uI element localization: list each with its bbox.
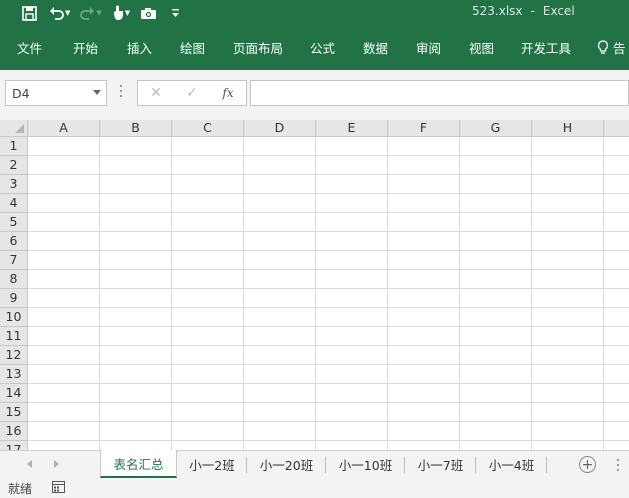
row-header[interactable]: 8 (0, 270, 28, 289)
insert-function-button[interactable]: fx (210, 81, 246, 105)
scroll-tabs-left-icon[interactable] (27, 460, 32, 468)
row-header[interactable]: 1 (0, 137, 28, 156)
tab-page-layout[interactable]: 页面布局 (233, 38, 283, 57)
status-bar: 就绪 (0, 478, 629, 498)
column-header[interactable]: A (28, 120, 100, 137)
file-name: 523.xlsx (472, 4, 523, 18)
sheet-tab-class-7[interactable]: 小一7班 (405, 451, 476, 478)
app-name: Excel (542, 4, 575, 18)
row-header[interactable]: 4 (0, 194, 28, 213)
sheet-tab-class-20[interactable]: 小一20班 (247, 451, 326, 478)
sheet-tab-class-4[interactable]: 小一4班 (476, 451, 547, 478)
row-header[interactable]: 16 (0, 422, 28, 441)
column-header[interactable]: F (388, 120, 460, 137)
sheet-tab-class-2[interactable]: 小一2班 (177, 451, 247, 478)
enter-icon[interactable]: ✓ (174, 81, 210, 105)
tab-insert[interactable]: 插入 (127, 38, 152, 57)
column-header[interactable]: E (316, 120, 388, 137)
row-header[interactable]: 5 (0, 213, 28, 232)
title-bar: ▼ ▼ ▼ 523.xlsx - Excel (0, 0, 629, 26)
row-header[interactable]: 3 (0, 175, 28, 194)
column-header[interactable] (604, 120, 629, 137)
chevron-down-icon[interactable] (93, 90, 101, 95)
lightbulb-icon (597, 40, 609, 54)
column-header[interactable]: B (100, 120, 172, 137)
tab-file[interactable]: 文件 (17, 38, 42, 57)
column-header[interactable]: C (172, 120, 244, 137)
tab-splitter-icon[interactable] (617, 459, 619, 474)
worksheet-grid[interactable]: ABCDEFGH 1 2 3 4 5 6 7 8 9 10 11 12 13 14 15 16 17 (0, 120, 629, 450)
name-box[interactable]: D4 (5, 80, 107, 106)
customize-toolbar-icon[interactable] (169, 2, 182, 24)
formula-bar: D4 ✕ ✓ fx (0, 70, 629, 120)
redo-icon[interactable]: ▼ (78, 2, 103, 24)
name-box-value: D4 (12, 85, 30, 101)
undo-icon[interactable]: ▼ (47, 2, 72, 24)
macro-recording-icon[interactable] (52, 480, 66, 496)
cell-area[interactable] (28, 137, 629, 450)
tab-home[interactable]: 开始 (73, 38, 98, 57)
tab-formulas[interactable]: 公式 (310, 38, 335, 57)
status-text: 就绪 (8, 481, 33, 496)
scroll-tabs-right-icon[interactable] (54, 460, 59, 468)
row-header[interactable]: 9 (0, 289, 28, 308)
sheet-tab-bar: 表名汇总 小一2班 小一20班 小一10班 小一7班 小一4班 + (0, 450, 629, 478)
sheet-tab-summary[interactable]: 表名汇总 (100, 450, 177, 478)
row-header[interactable]: 10 (0, 308, 28, 327)
ribbon-tabs: 文件 开始 插入 绘图 页面布局 公式 数据 审阅 视图 开发工具 告 (0, 26, 629, 70)
row-header[interactable]: 7 (0, 251, 28, 270)
row-header[interactable]: 14 (0, 384, 28, 403)
row-header[interactable]: 15 (0, 403, 28, 422)
tab-data[interactable]: 数据 (363, 38, 388, 57)
tab-view[interactable]: 视图 (469, 38, 494, 57)
camera-icon[interactable] (138, 2, 159, 24)
tab-review[interactable]: 审阅 (416, 38, 441, 57)
tab-draw[interactable]: 绘图 (180, 38, 205, 57)
sheet-tab-class-10[interactable]: 小一10班 (326, 451, 405, 478)
row-header[interactable]: 12 (0, 346, 28, 365)
touch-mode-icon[interactable]: ▼ (110, 2, 132, 24)
resize-handle-icon[interactable] (120, 85, 123, 99)
select-all-button[interactable] (0, 120, 28, 137)
tab-developer[interactable]: 开发工具 (521, 38, 571, 57)
cancel-icon[interactable]: ✕ (138, 81, 174, 105)
tell-me[interactable]: 告 (597, 38, 626, 57)
column-header[interactable]: D (244, 120, 316, 137)
row-header[interactable]: 17 (0, 441, 28, 450)
row-header[interactable]: 11 (0, 327, 28, 346)
column-header[interactable]: H (532, 120, 604, 137)
formula-input[interactable] (250, 80, 629, 106)
window-title: 523.xlsx - Excel (472, 4, 575, 18)
add-sheet-icon[interactable]: + (579, 456, 596, 473)
row-header[interactable]: 2 (0, 156, 28, 175)
row-header[interactable]: 6 (0, 232, 28, 251)
row-header[interactable]: 13 (0, 365, 28, 384)
save-icon[interactable] (20, 2, 39, 24)
formula-buttons: ✕ ✓ fx (137, 80, 247, 106)
tell-me-label: 告 (613, 41, 626, 56)
column-header[interactable]: G (460, 120, 532, 137)
